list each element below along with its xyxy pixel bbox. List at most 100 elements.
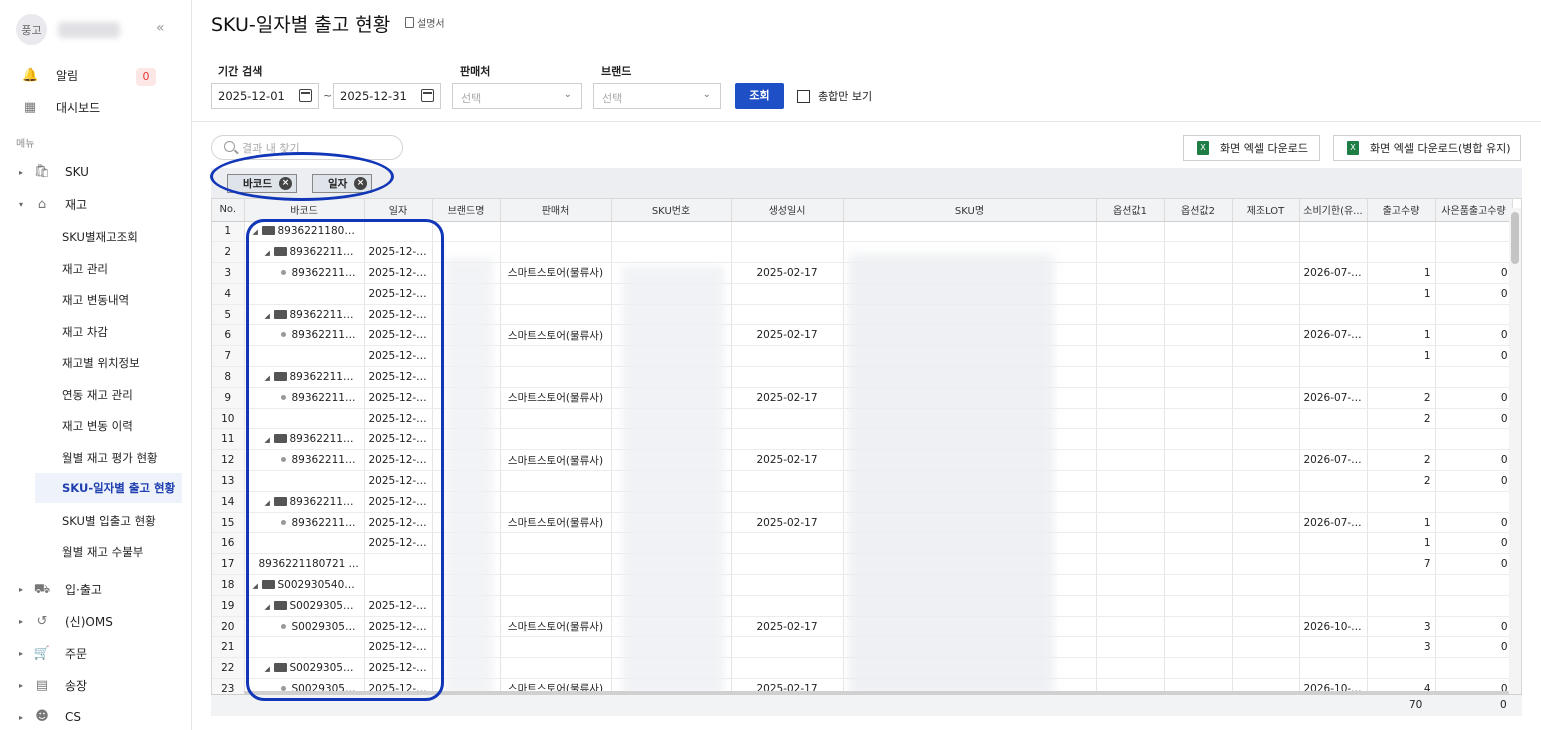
- sidebar-group-invoice[interactable]: ▸ ▤ 송장: [19, 677, 87, 694]
- created-cell: [731, 574, 844, 596]
- sidebar-item-stock-manage[interactable]: 재고 관리: [62, 261, 108, 277]
- excel-download-button[interactable]: X 화면 엑셀 다운로드: [1183, 135, 1320, 161]
- expand-toggle-icon[interactable]: ◢: [265, 436, 274, 444]
- expand-toggle-icon[interactable]: ◢: [265, 665, 274, 673]
- date-cell: 2025-12-01: [364, 241, 433, 264]
- barcode-cell: ◢ 893622118...: [244, 428, 365, 451]
- seller-cell: 스마트스토어(물류사): [500, 262, 612, 284]
- sidebar-group-cs[interactable]: ▸ ☻ CS: [19, 709, 81, 725]
- excel-download-merged-button[interactable]: X 화면 엑셀 다운로드(병합 유지): [1333, 135, 1521, 161]
- sidebar-group-oms[interactable]: ▸ ↺ (신)OMS: [19, 613, 113, 630]
- folder-icon: [273, 434, 287, 444]
- date-cell: 2025-12-04: [364, 449, 433, 472]
- seller-cell: [500, 428, 612, 451]
- barcode-cell: ◢ S00293054...: [244, 657, 365, 680]
- expand-toggle-icon[interactable]: ◢: [253, 228, 262, 236]
- blurred-sku-name-column: [849, 254, 1054, 696]
- bell-icon: 🔔: [22, 67, 39, 83]
- col-expiry[interactable]: 소비기한(유...: [1299, 199, 1368, 222]
- summary-only-checkbox[interactable]: 총합만 보기: [797, 88, 872, 104]
- sidebar-item-dashboard[interactable]: ▦ 대시보드: [22, 99, 100, 116]
- excel-download-merged-label: 화면 엑셀 다운로드(병합 유지): [1370, 142, 1511, 155]
- chevron-down-icon: ▾: [19, 200, 24, 209]
- option2-cell: [1164, 324, 1233, 347]
- col-brand[interactable]: 브랜드명: [432, 199, 501, 222]
- folder-icon: [273, 247, 287, 257]
- sidebar-item-stock-deduct[interactable]: 재고 차감: [62, 324, 108, 340]
- date-from-input[interactable]: 2025-12-01: [211, 83, 319, 109]
- col-option1[interactable]: 옵션값1: [1096, 199, 1165, 222]
- gift-qty-cell: 0: [1435, 470, 1513, 492]
- date-cell: 2025-12-08: [364, 512, 433, 534]
- seller-placeholder: 선택: [461, 92, 482, 105]
- sidebar-item-alerts[interactable]: 🔔 알림: [22, 67, 78, 84]
- sidebar-group-inout[interactable]: ▸ ⛟ 입·출고: [19, 581, 102, 598]
- expand-toggle-icon[interactable]: ◢: [265, 499, 274, 507]
- close-icon[interactable]: ×: [354, 177, 367, 190]
- expand-toggle-icon[interactable]: ◢: [265, 603, 274, 611]
- calendar-icon[interactable]: [421, 89, 434, 102]
- date-to-input[interactable]: 2025-12-31: [333, 83, 441, 109]
- col-gift-qty[interactable]: 사은품출고수량: [1435, 199, 1513, 222]
- col-lot[interactable]: 제조LOT: [1232, 199, 1300, 222]
- sidebar-item-monthly-valuation[interactable]: 월별 재고 평가 현황: [62, 450, 158, 466]
- qty-cell: [1367, 241, 1436, 264]
- sidebar-item-stock-location[interactable]: 재고별 위치정보: [62, 355, 140, 371]
- manual-link[interactable]: 설명서: [405, 15, 445, 30]
- col-barcode[interactable]: 바코드: [244, 199, 365, 222]
- sidebar-item-linked-stock[interactable]: 연동 재고 관리: [62, 387, 133, 403]
- sidebar-item-sku-daily-outbound[interactable]: SKU-일자별 출고 현황: [35, 473, 182, 503]
- option2-cell: [1164, 262, 1233, 284]
- collapse-sidebar-icon[interactable]: «: [156, 20, 165, 36]
- calendar-icon[interactable]: [299, 89, 312, 102]
- table-row[interactable]: 1 ◢ 8936221180721: [212, 221, 1513, 243]
- gift-qty-cell: 0: [1435, 345, 1513, 368]
- result-search-input[interactable]: 결과 내 찾기: [211, 135, 403, 160]
- col-no[interactable]: No.: [212, 199, 245, 222]
- sidebar-group-label: 재고: [65, 198, 88, 212]
- row-number: 4: [212, 283, 245, 305]
- gift-qty-cell: [1435, 366, 1513, 388]
- scrollbar-thumb[interactable]: [1511, 212, 1519, 264]
- close-icon[interactable]: ×: [279, 177, 292, 190]
- seller-select[interactable]: 선택 ⌄: [452, 83, 582, 109]
- search-button[interactable]: 조회: [735, 83, 784, 109]
- gift-qty-cell: 0: [1435, 262, 1513, 284]
- col-seller[interactable]: 판매처: [500, 199, 612, 222]
- gift-qty-cell: 0: [1435, 636, 1513, 659]
- group-chip-date[interactable]: 일자 ×: [312, 174, 372, 193]
- option2-cell: [1164, 304, 1233, 326]
- col-created[interactable]: 생성일시: [731, 199, 844, 222]
- gift-qty-cell: [1435, 221, 1513, 243]
- expiry-cell: [1299, 636, 1368, 659]
- option1-cell: [1096, 636, 1165, 659]
- group-chip-barcode[interactable]: 바코드 ×: [227, 174, 297, 193]
- col-sku-no[interactable]: SKU번호: [611, 199, 732, 222]
- sidebar-group-sku[interactable]: ▸ 🛍 SKU: [19, 164, 89, 180]
- sidebar-item-monthly-ledger[interactable]: 월별 재고 수불부: [62, 544, 143, 560]
- col-date[interactable]: 일자: [364, 199, 433, 222]
- sidebar-item-sku-inout[interactable]: SKU별 입출고 현황: [62, 513, 156, 529]
- col-option2[interactable]: 옵션값2: [1164, 199, 1233, 222]
- seller-cell: 스마트스토어(물류사): [500, 449, 612, 472]
- sidebar-item-sku-stock[interactable]: SKU별재고조회: [62, 229, 138, 245]
- barcode-text: 893622118...: [289, 370, 360, 383]
- sidebar-item-stock-changes[interactable]: 재고 변동내역: [62, 292, 129, 308]
- expand-toggle-icon[interactable]: ◢: [265, 374, 274, 382]
- date-cell: 2025-12-02: [364, 324, 433, 347]
- vertical-scrollbar[interactable]: [1509, 208, 1521, 696]
- sidebar-group-stock[interactable]: ▾ ⌂ 재고: [19, 196, 87, 213]
- avatar[interactable]: 풍고: [16, 14, 47, 45]
- col-sku-name[interactable]: SKU명: [843, 199, 1097, 222]
- brand-select[interactable]: 선택 ⌄: [593, 83, 721, 109]
- col-qty[interactable]: 출고수량: [1367, 199, 1436, 222]
- option1-cell: [1096, 574, 1165, 596]
- sidebar-item-stock-history[interactable]: 재고 변동 이력: [62, 418, 133, 434]
- expand-toggle-icon[interactable]: ◢: [253, 582, 262, 590]
- expand-toggle-icon[interactable]: ◢: [265, 249, 274, 257]
- option1-cell: [1096, 221, 1165, 243]
- brand-placeholder: 선택: [602, 92, 623, 105]
- sidebar-group-order[interactable]: ▸ 🛒 주문: [19, 645, 87, 662]
- expand-toggle-icon[interactable]: ◢: [265, 312, 274, 320]
- checkbox-box[interactable]: [797, 89, 810, 103]
